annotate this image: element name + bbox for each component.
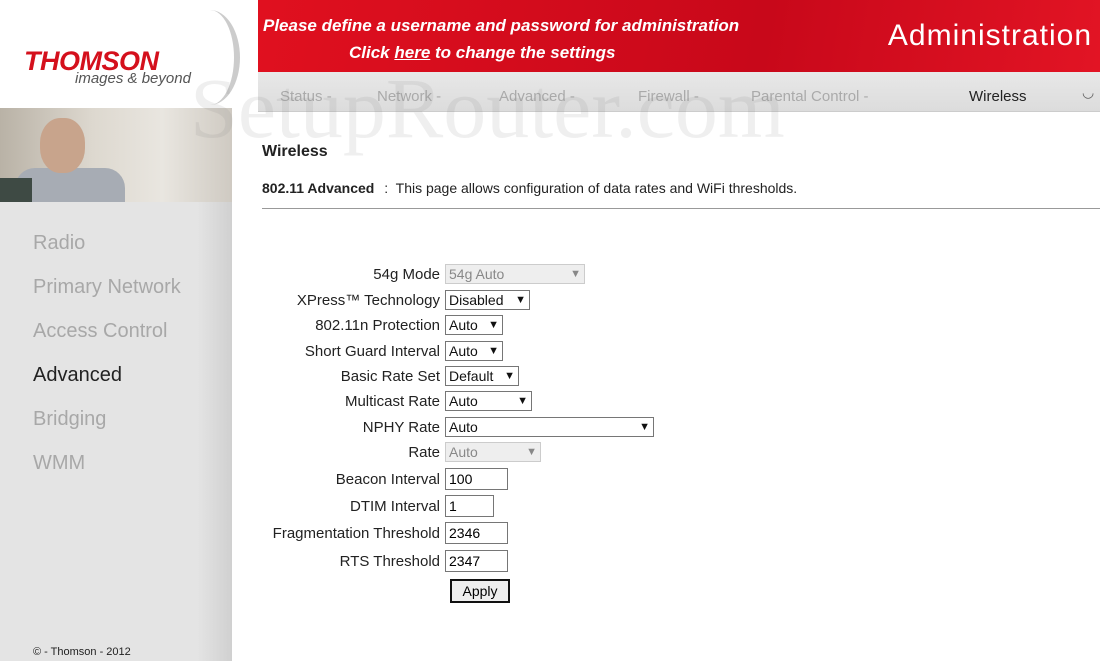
apply-button[interactable]: Apply [450, 579, 510, 603]
label-rts: RTS Threshold [339, 552, 440, 570]
chevron-down-icon: ▼ [639, 421, 650, 433]
sidebar-item-radio[interactable]: Radio [33, 232, 85, 255]
label-short-guard: Short Guard Interval [304, 342, 440, 360]
label-beacon: Beacon Interval [335, 470, 440, 488]
nphy-select[interactable]: Auto ▼ [445, 417, 654, 437]
sidebar-item-primary-network[interactable]: Primary Network [33, 276, 181, 299]
banner-message: Please define a username and password fo… [263, 16, 740, 35]
select-value: Auto [449, 343, 478, 359]
multicast-select[interactable]: Auto ▼ [445, 391, 532, 411]
basic-rate-select[interactable]: Default ▼ [445, 366, 519, 386]
nav-network[interactable]: Network - [377, 88, 441, 105]
sidebar-item-wmm[interactable]: WMM [33, 452, 85, 475]
label-dtim: DTIM Interval [349, 497, 440, 515]
thomson-logo: THOMSON images & beyond [0, 0, 262, 108]
top-nav: Status - Network - Advanced - Firewall -… [258, 72, 1100, 112]
chevron-down-icon: ▼ [488, 345, 499, 357]
dtim-interval-input[interactable] [445, 495, 494, 517]
separator: : [384, 180, 389, 196]
select-value: Disabled [449, 292, 504, 308]
page-subtitle: 802.11 Advanced [262, 180, 375, 196]
change-settings-link[interactable]: here [394, 43, 430, 62]
photo-person-head [40, 118, 85, 173]
sidebar-item-bridging[interactable]: Bridging [33, 408, 106, 431]
select-value: 54g Auto [449, 266, 505, 282]
logo-tagline: images & beyond [75, 70, 191, 87]
chevron-down-icon: ▼ [488, 319, 499, 331]
banner-text: to change the settings [430, 43, 616, 62]
label-multicast: Multicast Rate [344, 392, 440, 410]
description-text: This page allows configuration of data r… [395, 180, 798, 196]
header-photo [0, 108, 232, 202]
label-xpress: XPress™ Technology [296, 291, 440, 309]
short-guard-select[interactable]: Auto ▼ [445, 341, 503, 361]
select-value: Auto [449, 393, 478, 409]
chevron-down-icon: ▼ [526, 446, 537, 458]
select-value: Default [449, 368, 494, 384]
label-54g-mode: 54g Mode [373, 265, 440, 283]
rate-select[interactable]: Auto ▼ [445, 442, 541, 462]
label-rate: Rate [408, 443, 440, 461]
page-title: Wireless [262, 143, 328, 160]
photo-laptop [0, 178, 32, 202]
select-value: Auto [449, 444, 478, 460]
chevron-down-icon: ▼ [515, 294, 526, 306]
rts-threshold-input[interactable] [445, 550, 508, 572]
nav-wireless[interactable]: Wireless [969, 88, 1027, 105]
nav-status[interactable]: Status - [280, 88, 332, 105]
protection-select[interactable]: Auto ▼ [445, 315, 503, 335]
section-title: Administration [887, 19, 1092, 52]
chevron-down-icon: ▼ [570, 268, 581, 280]
sidebar-item-access-control[interactable]: Access Control [33, 320, 168, 343]
label-nphy: NPHY Rate [362, 418, 440, 436]
sidebar: Radio Primary Network Access Control Adv… [0, 202, 232, 661]
label-basic-rate: Basic Rate Set [340, 367, 440, 385]
chevron-down-icon: ▼ [517, 395, 528, 407]
banner-message-2: Click here to change the settings [349, 43, 615, 63]
label-fragmentation: Fragmentation Threshold [272, 524, 440, 542]
fragmentation-threshold-input[interactable] [445, 522, 508, 544]
sidebar-item-advanced[interactable]: Advanced [33, 364, 122, 387]
loading-spinner-icon: ◡ [1082, 84, 1095, 100]
banner-text: Click [349, 43, 395, 62]
logo-swoosh [180, 10, 240, 105]
page-description: 802.11 Advanced : This page allows confi… [262, 180, 797, 196]
54g-mode-select[interactable]: 54g Auto ▼ [445, 264, 585, 284]
beacon-interval-input[interactable] [445, 468, 508, 490]
header-banner: Please define a username and password fo… [258, 0, 1100, 72]
label-protection: 802.11n Protection [315, 316, 440, 334]
nav-firewall[interactable]: Firewall - [638, 88, 699, 105]
select-value: Auto [449, 419, 478, 435]
chevron-down-icon: ▼ [504, 370, 515, 382]
xpress-select[interactable]: Disabled ▼ [445, 290, 530, 310]
copyright: © - Thomson - 2012 [33, 646, 131, 658]
divider [262, 208, 1100, 209]
nav-advanced[interactable]: Advanced - [499, 88, 575, 105]
nav-parental-control[interactable]: Parental Control - [751, 88, 869, 105]
select-value: Auto [449, 317, 478, 333]
